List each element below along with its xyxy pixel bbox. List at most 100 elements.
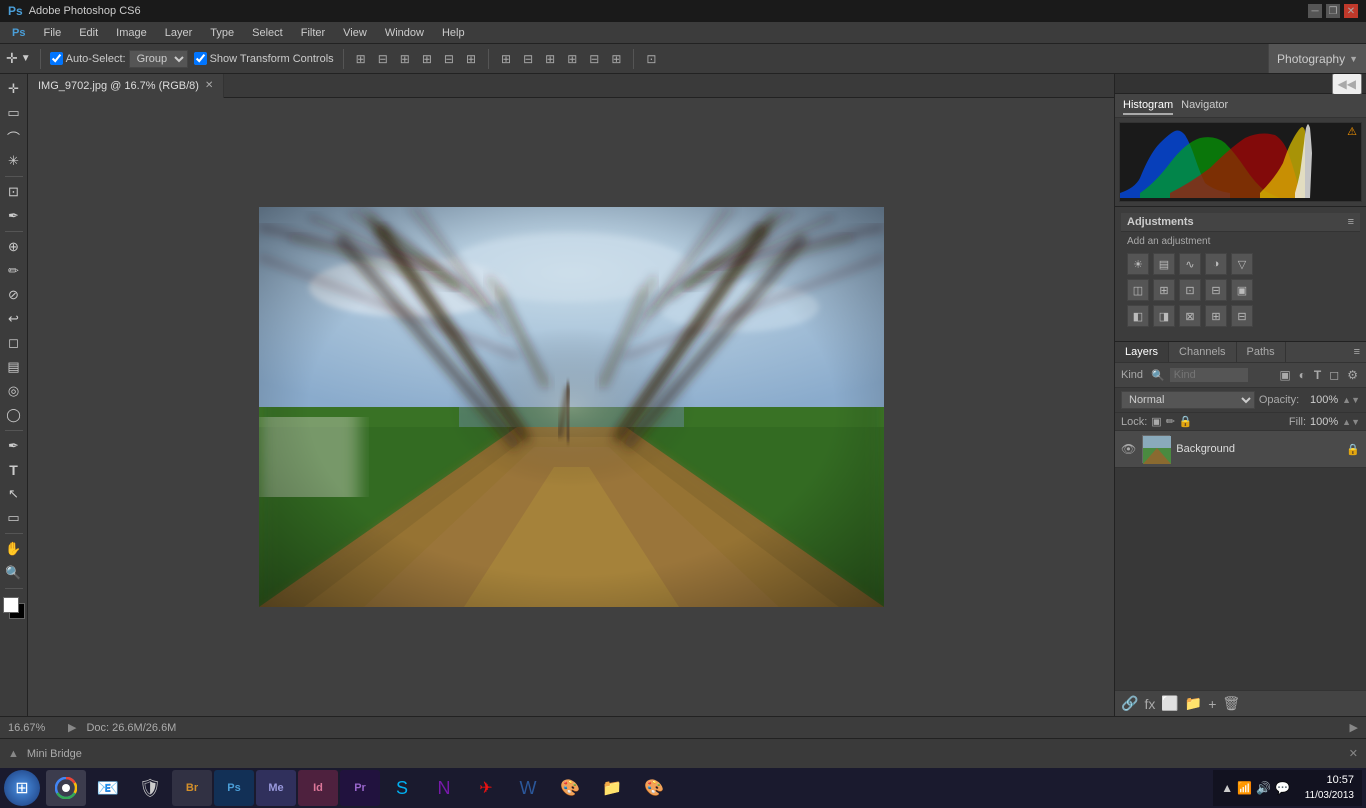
align-right-icon[interactable]: ⊞ <box>397 50 413 68</box>
mini-bridge-close-icon[interactable]: ✕ <box>1349 747 1358 760</box>
layers-filter-shape-icon[interactable]: ◻ <box>1327 366 1341 384</box>
marquee-tool[interactable]: ▭ <box>3 102 25 124</box>
eraser-tool[interactable]: ◻ <box>3 332 25 354</box>
layer-item-background[interactable]: 👁 Background 🔒 <box>1115 431 1366 468</box>
brush-tool[interactable]: ✏ <box>3 260 25 282</box>
exposure-adj-btn[interactable]: ◑ <box>1205 253 1227 275</box>
navigator-tab[interactable]: Navigator <box>1181 97 1228 115</box>
histogram-warning-icon[interactable]: ⚠ <box>1347 125 1357 138</box>
zoom-tool[interactable]: 🔍 <box>3 562 25 584</box>
hue-sat-adj-btn[interactable]: ◫ <box>1127 279 1149 301</box>
mini-bridge-bar[interactable]: ▲ Mini Bridge ✕ <box>0 738 1366 768</box>
bw-adj-btn[interactable]: ⊡ <box>1179 279 1201 301</box>
blur-tool[interactable]: ◎ <box>3 380 25 402</box>
adjustments-expand-icon[interactable]: ≡ <box>1348 216 1354 228</box>
layers-filter-smart-icon[interactable]: ⚙ <box>1345 366 1360 384</box>
blend-mode-select[interactable]: Normal Dissolve Multiply Screen <box>1121 391 1255 409</box>
distribute-bottom-icon[interactable]: ⊞ <box>608 50 624 68</box>
history-brush-tool[interactable]: ↩ <box>3 308 25 330</box>
link-layers-icon[interactable]: 🔗 <box>1121 695 1138 712</box>
tray-show-hidden-icon[interactable]: ▲ <box>1221 781 1233 795</box>
menu-help[interactable]: Help <box>434 25 473 41</box>
hand-tool[interactable]: ✋ <box>3 538 25 560</box>
menu-select[interactable]: Select <box>244 25 291 41</box>
align-left-icon[interactable]: ⊞ <box>353 50 369 68</box>
taskbar-bridge[interactable]: Br <box>172 770 212 806</box>
tab-close-button[interactable]: ✕ <box>205 80 213 91</box>
align-bottom-icon[interactable]: ⊞ <box>463 50 479 68</box>
arrange-icon[interactable]: ⊡ <box>643 50 659 68</box>
auto-select-dropdown[interactable]: Group Layer <box>129 50 188 68</box>
channel-mixer-adj-btn[interactable]: ▣ <box>1231 279 1253 301</box>
pen-tool[interactable]: ✒ <box>3 435 25 457</box>
menu-image[interactable]: Image <box>108 25 155 41</box>
menu-type[interactable]: Type <box>202 25 242 41</box>
taskbar-clock[interactable]: 10:57 11/03/2013 <box>1294 773 1354 802</box>
taskbar-paint[interactable]: 🎨 <box>550 770 590 806</box>
color-lookup-adj-btn[interactable]: ◧ <box>1127 305 1149 327</box>
paths-tab[interactable]: Paths <box>1237 342 1286 362</box>
distribute-left-icon[interactable]: ⊞ <box>498 50 514 68</box>
color-swatches[interactable] <box>3 597 25 619</box>
posterize-adj-btn[interactable]: ⊠ <box>1179 305 1201 327</box>
photo-filter-adj-btn[interactable]: ⊟ <box>1205 279 1227 301</box>
distribute-top-icon[interactable]: ⊞ <box>564 50 580 68</box>
tray-network-icon[interactable]: 📶 <box>1237 781 1252 795</box>
restore-button[interactable]: ❐ <box>1326 4 1340 18</box>
layers-search-input[interactable] <box>1169 367 1249 383</box>
document-tab[interactable]: IMG_9702.jpg @ 16.7% (RGB/8) ✕ <box>28 74 224 98</box>
align-top-icon[interactable]: ⊞ <box>419 50 435 68</box>
menu-layer[interactable]: Layer <box>157 25 201 41</box>
layers-panel-menu-icon[interactable]: ≡ <box>1348 342 1366 362</box>
tray-volume-icon[interactable]: 🔊 <box>1256 781 1271 795</box>
auto-select-checkbox[interactable] <box>50 52 63 65</box>
menu-file[interactable]: File <box>35 25 69 41</box>
levels-adj-btn[interactable]: ▤ <box>1153 253 1175 275</box>
move-tool[interactable]: ✛ <box>3 78 25 100</box>
canvas-container[interactable] <box>28 98 1114 716</box>
menu-edit[interactable]: Edit <box>71 25 106 41</box>
taskbar-premiere[interactable]: Pr <box>340 770 380 806</box>
show-transform-checkbox[interactable] <box>194 52 207 65</box>
new-group-icon[interactable]: 📁 <box>1185 695 1202 712</box>
magic-wand-tool[interactable]: ✳ <box>3 150 25 172</box>
clone-stamp-tool[interactable]: ⊘ <box>3 284 25 306</box>
healing-brush-tool[interactable]: ⊕ <box>3 236 25 258</box>
align-center-v-icon[interactable]: ⊟ <box>441 50 457 68</box>
taskbar-indesign[interactable]: Id <box>298 770 338 806</box>
add-mask-icon[interactable]: ⬜ <box>1161 695 1178 712</box>
taskbar-skype[interactable]: S <box>382 770 422 806</box>
layers-filter-pixel-icon[interactable]: ▣ <box>1277 366 1292 384</box>
taskbar-acrobat[interactable]: ✈ <box>466 770 506 806</box>
taskbar-color[interactable]: 🎨 <box>634 770 674 806</box>
new-layer-icon[interactable]: + <box>1208 696 1216 712</box>
close-button[interactable]: ✕ <box>1344 4 1358 18</box>
taskbar-explorer[interactable]: 📁 <box>592 770 632 806</box>
brightness-adj-btn[interactable]: ☀ <box>1127 253 1149 275</box>
add-style-icon[interactable]: fx <box>1144 696 1155 712</box>
menu-filter[interactable]: Filter <box>293 25 333 41</box>
taskbar-chrome[interactable] <box>46 770 86 806</box>
workspace-selector[interactable]: Photography ▼ <box>1268 44 1366 73</box>
layer-visibility-icon[interactable]: 👁 <box>1121 442 1136 456</box>
gradient-map-adj-btn[interactable]: ⊟ <box>1231 305 1253 327</box>
distribute-right-icon[interactable]: ⊞ <box>542 50 558 68</box>
delete-layer-icon[interactable]: 🗑 <box>1222 695 1240 712</box>
invert-adj-btn[interactable]: ◨ <box>1153 305 1175 327</box>
text-tool[interactable]: T <box>3 459 25 481</box>
tray-notification-icon[interactable]: 💬 <box>1275 781 1290 795</box>
fill-increment-icon[interactable]: ▲▼ <box>1342 417 1360 427</box>
panel-collapse-button[interactable]: ◀◀ <box>1332 73 1362 95</box>
eyedropper-tool[interactable]: ✒ <box>3 205 25 227</box>
menu-window[interactable]: Window <box>377 25 432 41</box>
taskbar-photoshop[interactable]: Ps <box>214 770 254 806</box>
start-button[interactable]: ⊞ <box>4 770 40 806</box>
taskbar-security[interactable]: 🛡 <box>130 770 170 806</box>
taskbar-outlook[interactable]: 📧 <box>88 770 128 806</box>
lock-pixels-icon[interactable]: ▣ <box>1151 415 1161 428</box>
layers-tab[interactable]: Layers <box>1115 342 1169 362</box>
align-center-h-icon[interactable]: ⊟ <box>375 50 391 68</box>
curves-adj-btn[interactable]: ∿ <box>1179 253 1201 275</box>
dodge-tool[interactable]: ◯ <box>3 404 25 426</box>
lock-position-icon[interactable]: ✏ <box>1166 415 1175 428</box>
